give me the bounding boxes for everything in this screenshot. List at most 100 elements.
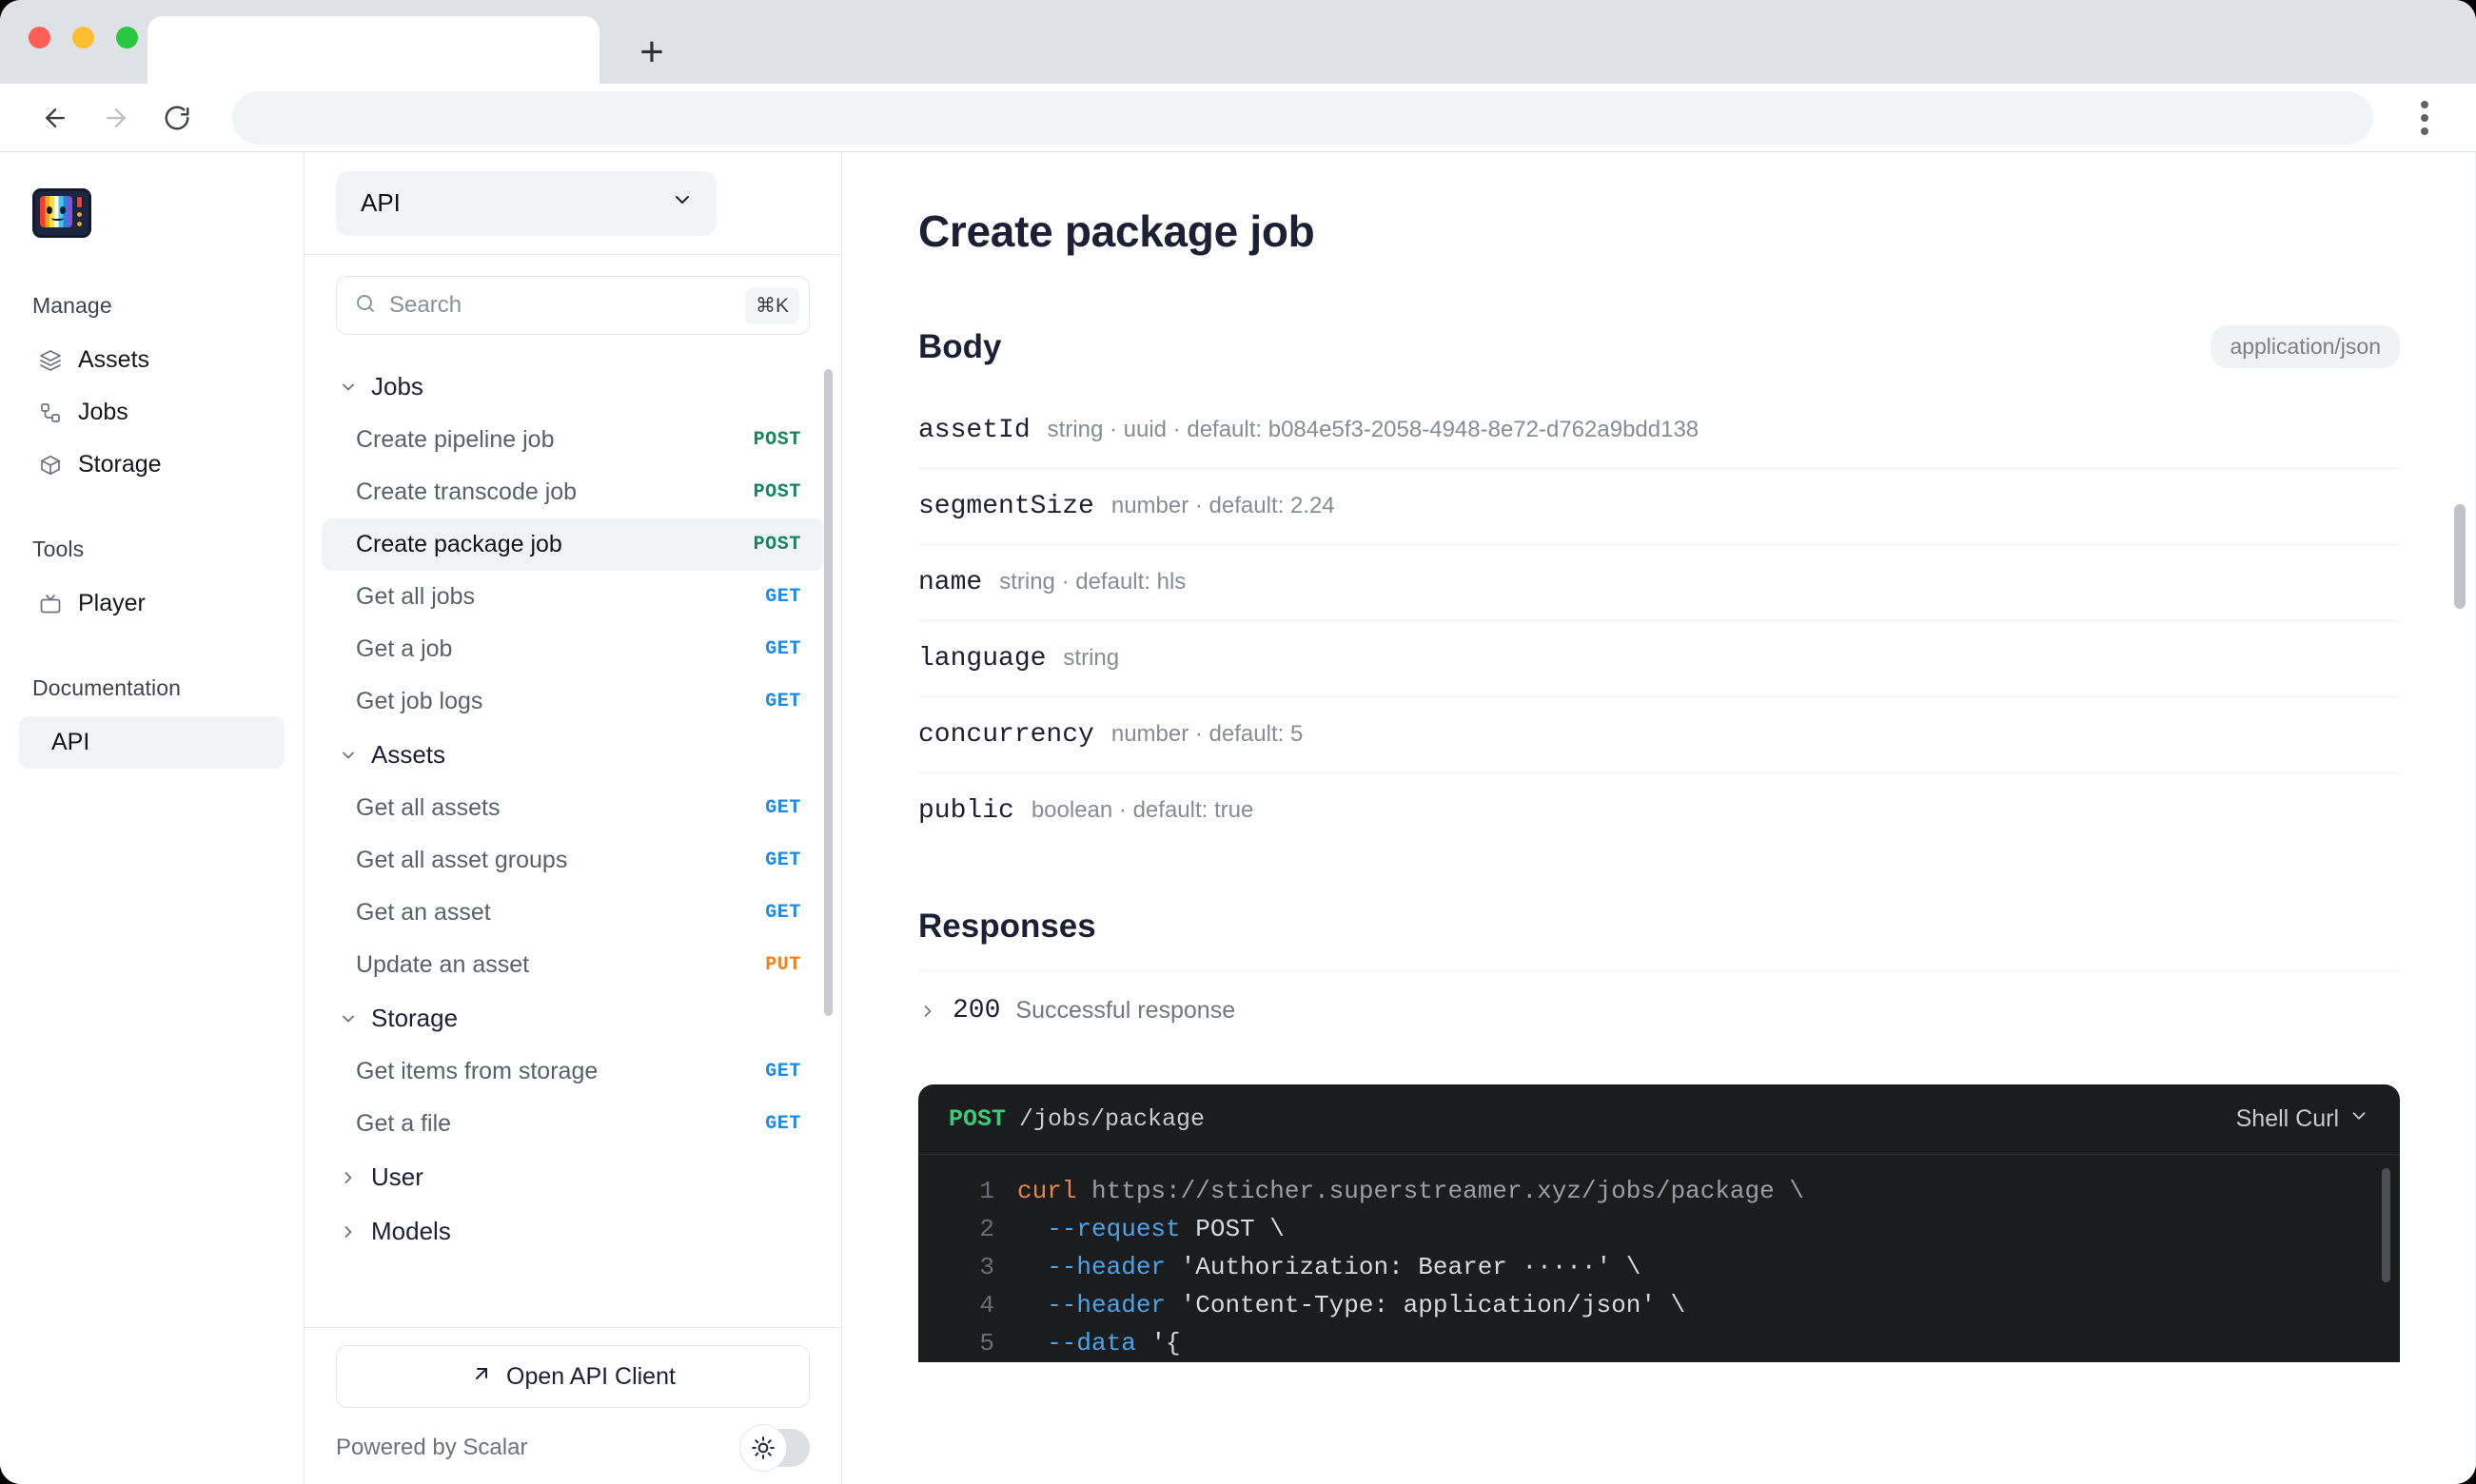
maximize-window-button[interactable] [116, 27, 138, 49]
method-badge: POST [753, 429, 801, 451]
operation-get-all-asset-groups[interactable]: Get all asset groups GET [322, 834, 824, 887]
code-language-selector[interactable]: Shell Curl [2236, 1105, 2369, 1133]
address-bar[interactable] [232, 90, 2373, 145]
back-arrow-icon[interactable] [25, 88, 86, 148]
operation-get-a-file[interactable]: Get a file GET [322, 1098, 824, 1150]
parameter-name: language [918, 644, 1047, 674]
operation-label: Get items from storage [356, 1058, 599, 1084]
code-sample-body[interactable]: 1 curl https://sticher.superstreamer.xyz… [918, 1155, 2400, 1362]
parameter-row[interactable]: segmentSize number · default: 2.24 [918, 468, 2400, 544]
code-language-label: Shell Curl [2235, 1105, 2339, 1132]
line-number: 5 [979, 1329, 994, 1357]
operation-group-storage[interactable]: Storage [305, 991, 841, 1045]
parameter-meta: number · default: 5 [1110, 721, 1304, 747]
code-line: 1 curl https://sticher.superstreamer.xyz… [918, 1172, 2400, 1210]
reference-footer: Open API Client [305, 1327, 841, 1408]
parameter-meta: string · default: hls [999, 569, 1187, 595]
sidebar-item-label: API [51, 729, 90, 755]
sidebar-item-jobs[interactable]: Jobs [19, 386, 285, 439]
forward-arrow-icon[interactable] [86, 88, 147, 148]
code-scrollbar[interactable] [2382, 1168, 2390, 1282]
new-tab-button[interactable]: + [628, 29, 676, 76]
operation-group-jobs[interactable]: Jobs [305, 360, 841, 414]
code-line: 2 --request POST \ [918, 1210, 2400, 1248]
code-token-flag: --request [1017, 1215, 1196, 1243]
parameter-name: name [918, 568, 983, 597]
operation-get-items-from-storage[interactable]: Get items from storage GET [322, 1045, 824, 1098]
browser-tab[interactable] [147, 16, 599, 84]
code-sample-path: /jobs/package [1019, 1105, 1206, 1133]
operation-group-user[interactable]: User [305, 1150, 841, 1204]
app-logo-icon[interactable] [32, 188, 91, 238]
code-sample-method: POST [949, 1105, 1007, 1133]
parameter-row[interactable]: concurrency number · default: 5 [918, 696, 2400, 772]
parameter-name: public [918, 796, 1014, 826]
sidebar-item-label: Storage [78, 451, 162, 478]
sidebar-section-documentation: Documentation [32, 675, 181, 700]
parameter-name: concurrency [918, 720, 1094, 750]
parameter-name: segmentSize [918, 492, 1094, 521]
operation-create-package-job[interactable]: Create package job POST [322, 518, 824, 571]
parameter-row[interactable]: name string · default: hls [918, 544, 2400, 620]
parameter-meta: boolean · default: true [1031, 797, 1254, 823]
search-shortcut-badge: ⌘K [744, 286, 799, 324]
close-window-button[interactable] [29, 27, 50, 49]
code-token-value: '{ [1150, 1329, 1181, 1357]
tab-strip: + [0, 0, 2476, 84]
method-badge: GET [765, 1113, 801, 1135]
operation-get-all-assets[interactable]: Get all assets GET [322, 782, 824, 834]
parameter-row[interactable]: public boolean · default: true [918, 772, 2400, 849]
reference-scrollbar[interactable] [824, 369, 833, 1016]
theme-toggle[interactable] [739, 1424, 810, 1472]
operation-get-a-job[interactable]: Get a job GET [322, 623, 824, 675]
parameter-row[interactable]: language string [918, 620, 2400, 696]
operation-label: Update an asset [356, 951, 530, 978]
api-selector-dropdown[interactable]: API [336, 170, 717, 236]
operation-group-assets[interactable]: Assets [305, 728, 841, 782]
operation-group-models[interactable]: Models [305, 1204, 841, 1259]
operation-get-all-jobs[interactable]: Get all jobs GET [322, 571, 824, 623]
search-placeholder: Search [389, 292, 462, 318]
kebab-menu-icon[interactable] [2402, 91, 2447, 145]
content-type-badge: application/json [2211, 325, 2400, 368]
body-heading: Body [918, 327, 1002, 365]
parameter-name: assetId [918, 416, 1031, 445]
response-row-200[interactable]: 200 Successful response [918, 996, 2400, 1025]
layers-icon [38, 348, 63, 373]
sidebar-item-storage[interactable]: Storage [19, 439, 285, 491]
external-link-icon [470, 1362, 493, 1392]
search-input[interactable]: Search ⌘K [336, 276, 810, 335]
operation-update-an-asset[interactable]: Update an asset PUT [322, 939, 824, 991]
group-label: Models [371, 1217, 451, 1245]
sidebar-item-api[interactable]: API [19, 716, 285, 769]
sidebar-item-label: Player [78, 590, 146, 616]
sidebar-item-assets[interactable]: Assets [19, 334, 285, 386]
group-label: User [371, 1162, 423, 1191]
code-token-flag: --header [1017, 1253, 1181, 1281]
line-number: 1 [979, 1177, 994, 1205]
open-api-client-button[interactable]: Open API Client [336, 1345, 810, 1408]
group-label: Storage [371, 1004, 459, 1032]
operation-label: Create pipeline job [356, 426, 555, 453]
sidebar-item-label: Jobs [78, 399, 128, 425]
chevron-down-icon [339, 378, 358, 397]
line-number: 4 [979, 1291, 994, 1319]
reload-icon[interactable] [147, 88, 207, 148]
method-badge: GET [765, 691, 801, 713]
method-badge: POST [753, 534, 801, 556]
code-token-flag: --data [1017, 1329, 1151, 1357]
sidebar-section-manage: Manage [32, 293, 112, 318]
operation-create-pipeline-job[interactable]: Create pipeline job POST [322, 414, 824, 466]
operation-get-job-logs[interactable]: Get job logs GET [322, 675, 824, 728]
app-sidebar: Manage Assets Jobs Storage Tools Player … [0, 152, 305, 1484]
minimize-window-button[interactable] [72, 27, 94, 49]
content-scrollbar[interactable] [2454, 504, 2466, 609]
window-controls [29, 27, 138, 49]
operation-get-an-asset[interactable]: Get an asset GET [322, 887, 824, 939]
sidebar-item-player[interactable]: Player [19, 577, 285, 630]
operation-create-transcode-job[interactable]: Create transcode job POST [322, 466, 824, 518]
parameter-row[interactable]: assetId string · uuid · default: b084e5f… [918, 393, 2400, 468]
search-icon [354, 292, 377, 320]
operation-label: Get a job [356, 635, 453, 662]
method-badge: GET [765, 638, 801, 660]
